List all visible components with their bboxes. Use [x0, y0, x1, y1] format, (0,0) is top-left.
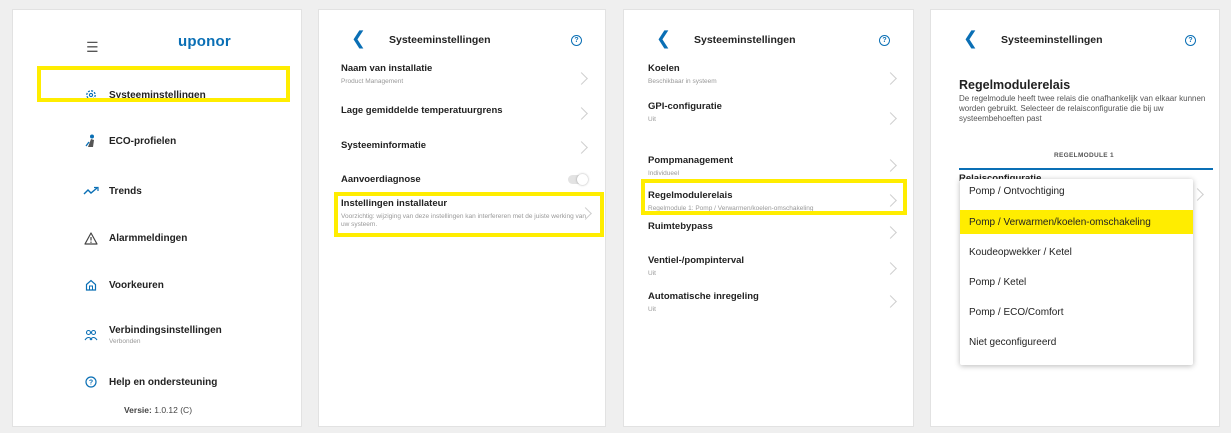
page-title: Systeeminstellingen [694, 34, 796, 46]
trend-icon [81, 186, 101, 196]
menu-item-verbindingsinstellingen[interactable]: Verbindingsinstellingen Verbonden [81, 322, 222, 348]
highlight-box [37, 66, 290, 102]
settings-row-ruimtebypass[interactable]: Ruimtebypass [648, 221, 888, 232]
option-niet-geconfigureerd[interactable]: Niet geconfigureerd [960, 330, 1193, 354]
menu-item-title: Verbindingsinstellingen [109, 325, 222, 336]
row-subtitle: Uit [648, 116, 656, 123]
row-title: Pompmanagement [648, 155, 733, 166]
aanvoerdiagnose-toggle[interactable] [568, 174, 588, 185]
relay-config-dropdown[interactable]: Pomp / Ontvochtiging Pomp / Verwarmen/ko… [960, 179, 1193, 365]
main-menu-panel: ☰ uponor Systeeminstellingen ECO-profiel… [12, 9, 302, 427]
help-icon[interactable]: ? [571, 35, 582, 46]
option-pomp-ketel[interactable]: Pomp / Ketel [960, 270, 1193, 294]
hamburger-menu-icon[interactable]: ☰ [86, 39, 99, 56]
row-title: Systeeminformatie [341, 140, 427, 151]
svg-text:?: ? [89, 380, 93, 387]
row-title: Ruimtebypass [648, 221, 713, 232]
version-label: Versie: [123, 405, 152, 415]
option-pomp-ontvochtiging[interactable]: Pomp / Ontvochtiging [960, 179, 1193, 203]
menu-item-trends[interactable]: Trends [81, 180, 142, 202]
menu-item-label: Alarmmeldingen [109, 232, 188, 244]
row-subtitle: Beschikbaar in systeem [648, 78, 717, 85]
menu-item-help[interactable]: ? Help en ondersteuning [81, 371, 217, 393]
help-icon[interactable]: ? [879, 35, 890, 46]
users-icon [81, 329, 101, 341]
settings-row-systeeminformatie[interactable]: Systeeminformatie [341, 140, 581, 151]
back-chevron-icon[interactable]: ❮ [351, 28, 366, 49]
menu-item-voorkeuren[interactable]: Voorkeuren [81, 274, 164, 296]
row-subtitle: Product Management [341, 78, 404, 85]
settings-row-naam[interactable]: Naam van installatie Product Management [341, 63, 581, 85]
row-title: Lage gemiddelde temperatuurgrens [341, 105, 503, 116]
row-subtitle: Uit [648, 306, 656, 313]
row-subtitle: Uit [648, 270, 656, 277]
person-icon [81, 134, 101, 148]
section-description: De regelmodule heeft twee relais die ona… [959, 94, 1206, 123]
row-title: Aanvoerdiagnose [341, 174, 421, 185]
menu-item-alarmmeldingen[interactable]: Alarmmeldingen [81, 227, 187, 249]
row-title: Ventiel-/pompinterval [648, 255, 745, 266]
menu-item-label: Help en ondersteuning [109, 376, 218, 388]
version-info: Versie: 1.0.12 (C) [13, 405, 301, 415]
highlight-box [641, 179, 907, 215]
settings-row-pompmanagement[interactable]: Pompmanagement Individueel [648, 155, 888, 177]
option-pomp-verwarmen-koelen[interactable]: Pomp / Verwarmen/koelen-omschakeling [960, 210, 1193, 234]
row-title: Automatische inregeling [648, 291, 759, 302]
settings-row-ventiel-pompinterval[interactable]: Ventiel-/pompinterval Uit [648, 255, 888, 277]
tab-underline [959, 168, 1213, 170]
settings-row-koelen[interactable]: Koelen Beschikbaar in systeem [648, 63, 888, 85]
row-subtitle: Individueel [648, 170, 680, 177]
page-title: Systeeminstellingen [1001, 34, 1103, 46]
page-title: Systeeminstellingen [389, 34, 491, 46]
option-pomp-eco-comfort[interactable]: Pomp / ECO/Comfort [960, 300, 1193, 324]
relay-config-panel: ❮ Systeeminstellingen ? Regelmodulerelai… [930, 9, 1220, 427]
back-chevron-icon[interactable]: ❮ [963, 28, 978, 49]
menu-item-eco-profielen[interactable]: ECO-profielen [81, 130, 176, 152]
menu-item-label: ECO-profielen [109, 135, 177, 147]
settings-row-automatische-inregeling[interactable]: Automatische inregeling Uit [648, 291, 888, 313]
tab-regelmodule-1[interactable]: REGELMODULE 1 [959, 152, 1209, 159]
warning-icon [81, 231, 101, 245]
option-koudeopwekker-ketel[interactable]: Koudeopwekker / Ketel [960, 240, 1193, 264]
chevron-right-icon [1191, 188, 1204, 201]
system-settings-panel: ❮ Systeeminstellingen ? Naam van install… [318, 9, 606, 427]
help-icon[interactable]: ? [1185, 35, 1196, 46]
row-title: Koelen [648, 63, 680, 74]
uponor-logo: uponor [178, 33, 231, 50]
settings-row-temperatuurgrens[interactable]: Lage gemiddelde temperatuurgrens [341, 105, 581, 116]
version-value: 1.0.12 (C) [154, 405, 193, 415]
help-icon: ? [81, 376, 101, 388]
settings-row-aanvoerdiagnose: Aanvoerdiagnose [341, 174, 581, 185]
menu-item-subtitle: Verbonden [109, 338, 141, 345]
menu-item-label: Voorkeuren [109, 279, 164, 291]
section-heading: Regelmodulerelais [959, 78, 1071, 92]
menu-item-label: Trends [109, 185, 142, 197]
system-settings-panel-2: ❮ Systeeminstellingen ? Koelen Beschikba… [623, 9, 914, 427]
menu-item-label: Verbindingsinstellingen Verbonden [109, 325, 222, 345]
row-title: Naam van installatie [341, 63, 433, 74]
highlight-box [334, 192, 604, 237]
home-icon [81, 279, 101, 291]
back-chevron-icon[interactable]: ❮ [656, 28, 671, 49]
row-title: GPI-configuratie [648, 101, 722, 112]
settings-row-gpi[interactable]: GPI-configuratie Uit [648, 101, 888, 123]
